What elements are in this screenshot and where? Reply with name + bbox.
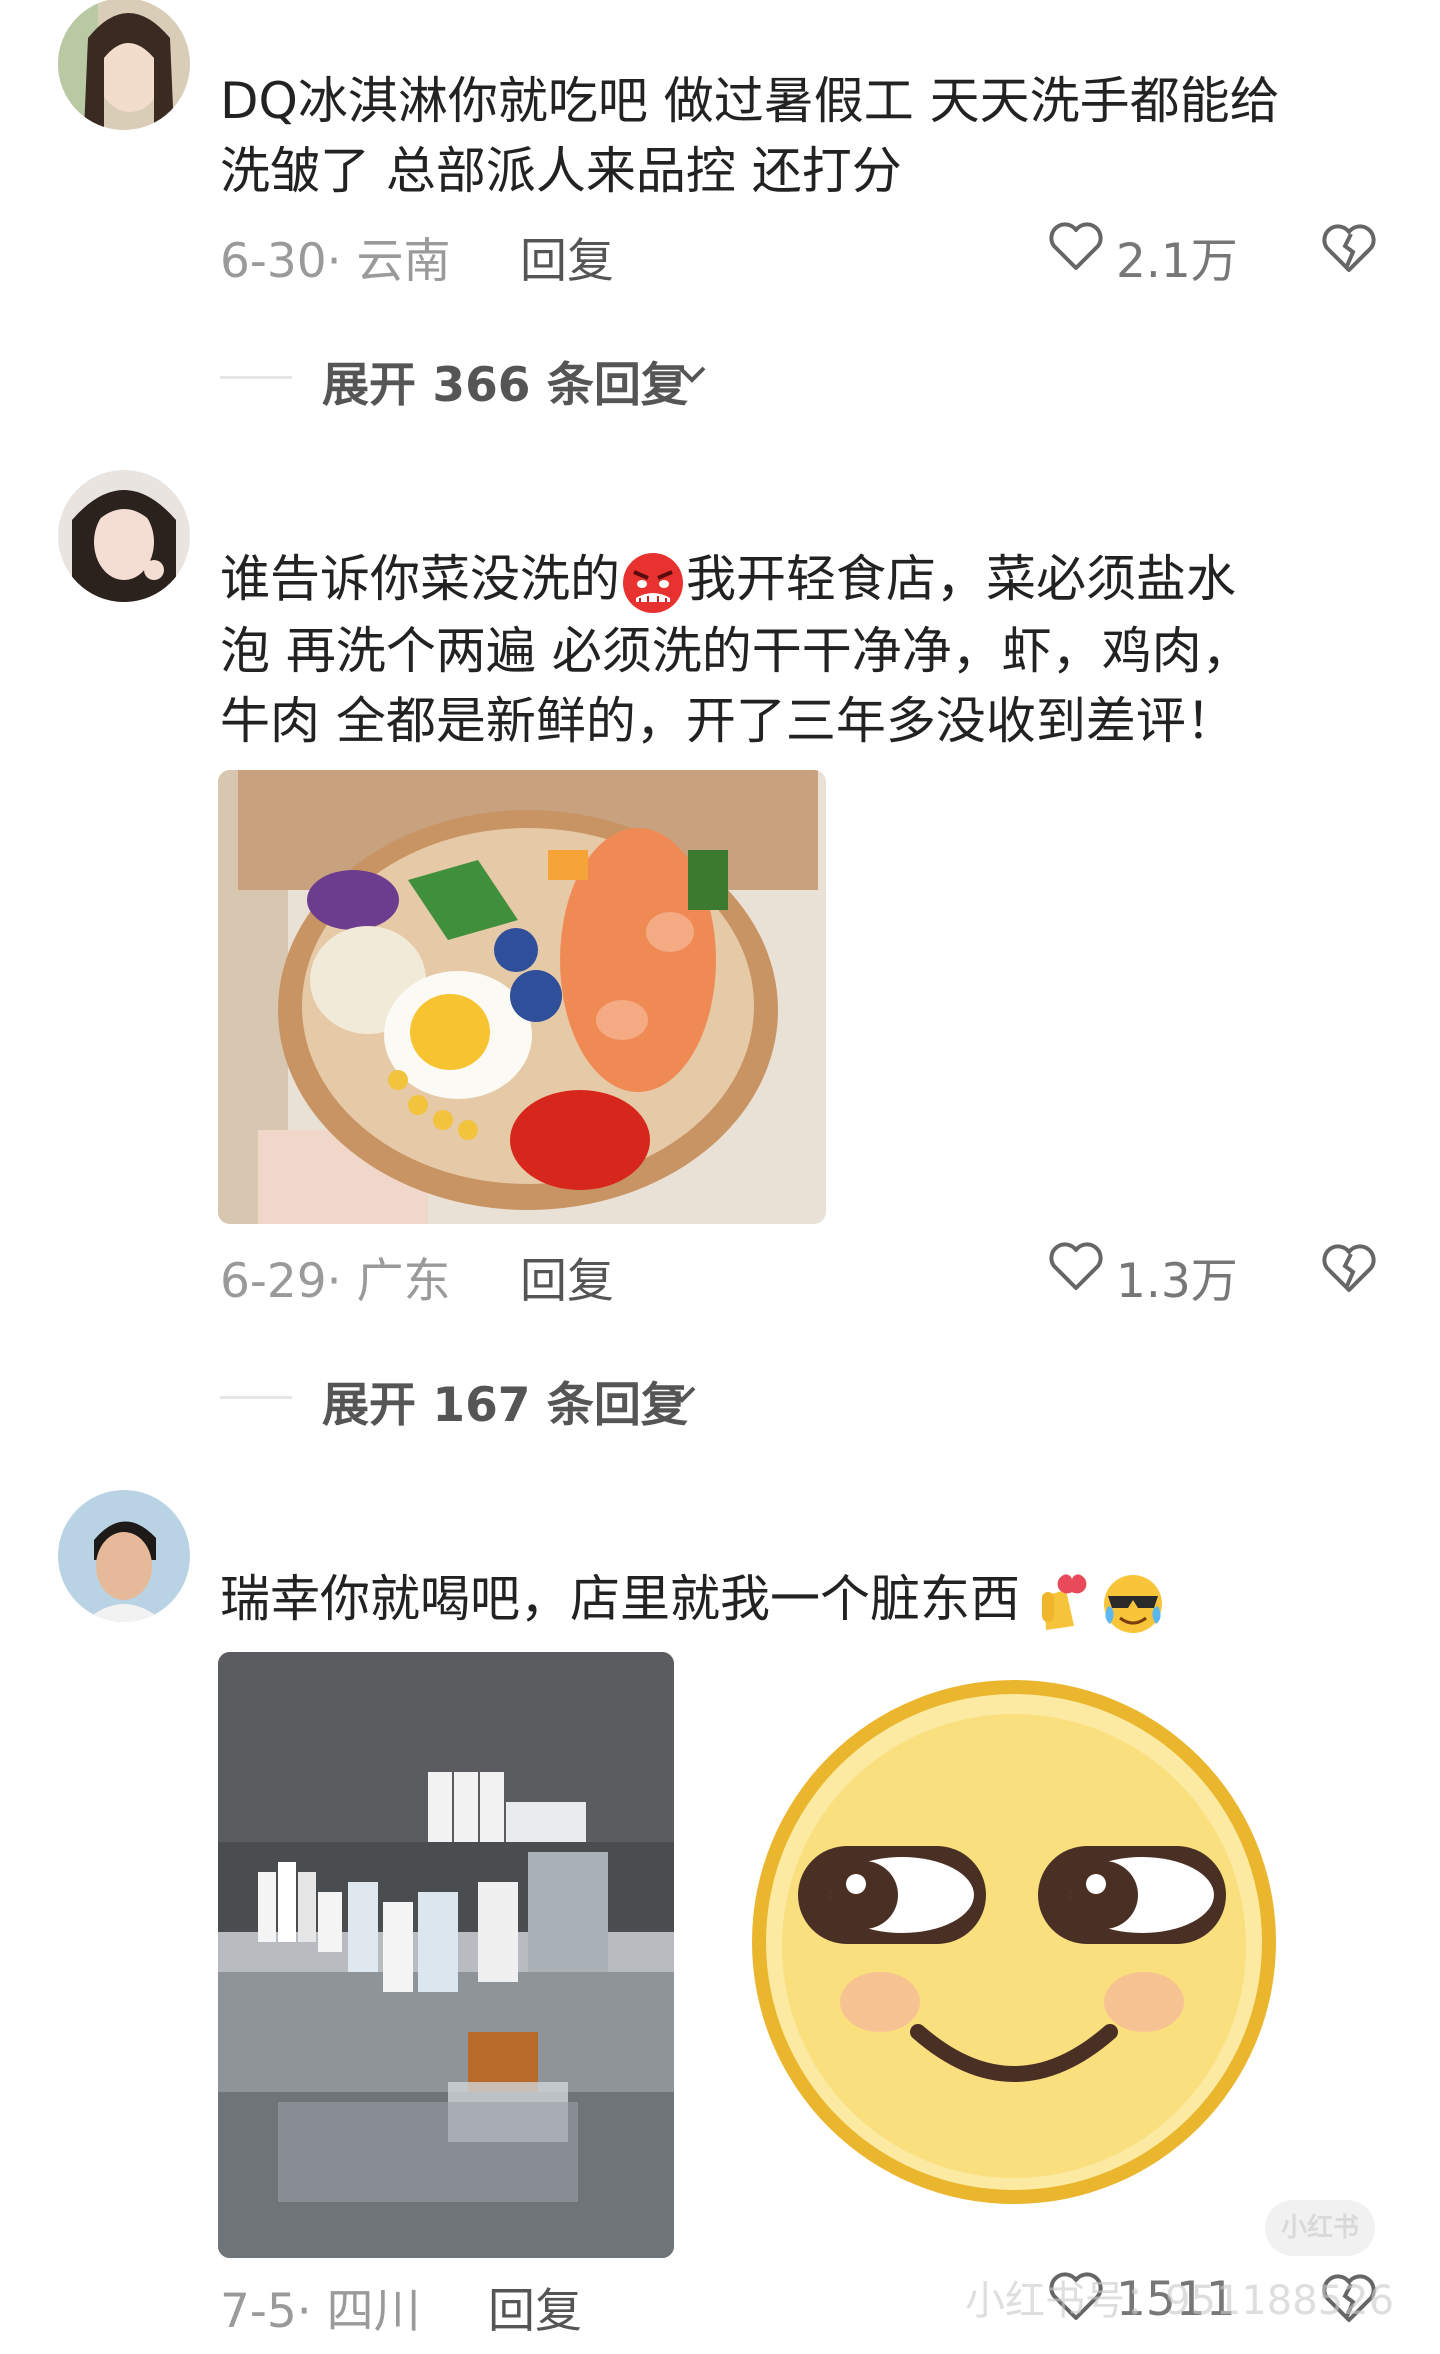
reply-button[interactable]: 回复 bbox=[520, 1242, 614, 1311]
cool-tears-face-icon bbox=[1104, 1574, 1162, 1633]
comment-text-segment: 瑞幸你就喝吧，店里就我一个脏东西 bbox=[220, 1570, 1020, 1628]
comment-text-line: 洗皱了 总部派人来品控 还打分 bbox=[220, 142, 902, 200]
divider bbox=[220, 1396, 292, 1399]
avatar[interactable] bbox=[58, 0, 190, 130]
comment-date-location: 7-5· 四川 bbox=[220, 2284, 421, 2339]
comment-photo[interactable] bbox=[218, 1652, 674, 2258]
expand-replies-label: 展开 366 条回复 bbox=[322, 358, 688, 413]
angry-face-icon bbox=[623, 552, 683, 613]
comment-text-line: 谁告诉你菜没洗的 我开轻食店，菜必须盐水 bbox=[220, 544, 1380, 616]
like-count: 2.1万 bbox=[1116, 234, 1238, 289]
avatar[interactable] bbox=[58, 1490, 190, 1622]
reply-button[interactable]: 回复 bbox=[488, 2272, 582, 2341]
smiling-face-sticker[interactable] bbox=[748, 1676, 1280, 2208]
watermark-text: 小红书号：951188526 bbox=[965, 2278, 1395, 2324]
comment-text-line: DQ冰淇淋你就吃吧 做过暑假工 天天洗手都能给 bbox=[220, 72, 1280, 130]
broken-heart-icon[interactable] bbox=[1318, 1236, 1380, 1298]
comment-meta: 6-29· 广东 回复 1.3万 bbox=[220, 1242, 1380, 1309]
comment-text-segment: 我开轻食店，菜必须盐水 bbox=[686, 550, 1236, 608]
avatar[interactable] bbox=[58, 470, 190, 602]
divider bbox=[220, 376, 292, 379]
chevron-down-icon bbox=[668, 1386, 696, 1403]
reply-button[interactable]: 回复 bbox=[520, 222, 614, 291]
finger-heart-icon bbox=[1042, 1573, 1087, 1630]
comment-text-line: 牛肉 全都是新鲜的，开了三年多没收到差评！ bbox=[220, 691, 1236, 750]
comment-date-location: 6-30· 云南 bbox=[220, 234, 451, 289]
broken-heart-icon[interactable] bbox=[1318, 216, 1380, 278]
comment-text-line: 泡 再洗个两遍 必须洗的干干净净，虾，鸡肉， bbox=[220, 621, 1252, 680]
watermark-badge: 小红书 bbox=[1265, 2200, 1375, 2256]
comment-photo[interactable] bbox=[218, 770, 826, 1224]
comment-text: 瑞幸你就喝吧，店里就我一个脏东西 bbox=[220, 1564, 1380, 1636]
comment-text: 谁告诉你菜没洗的 我开轻食店，菜必须盐水 泡 再洗个两遍 必须洗的干干净净，虾，… bbox=[220, 544, 1380, 756]
comment-text: DQ冰淇淋你就吃吧 做过暑假工 天天洗手都能给 洗皱了 总部派人来品控 还打分 bbox=[220, 66, 1380, 206]
comment-meta: 6-30· 云南 回复 2.1万 bbox=[220, 222, 1380, 289]
heart-icon[interactable] bbox=[1046, 216, 1106, 276]
expand-replies-label: 展开 167 条回复 bbox=[322, 1378, 688, 1433]
smiling-face-icon bbox=[752, 1680, 1276, 2204]
comment-date-location: 6-29· 广东 bbox=[220, 1254, 451, 1309]
heart-icon[interactable] bbox=[1046, 1236, 1106, 1296]
chevron-down-icon bbox=[678, 366, 706, 383]
comment-text-segment: 谁告诉你菜没洗的 bbox=[220, 550, 620, 608]
like-count: 1.3万 bbox=[1116, 1254, 1238, 1309]
